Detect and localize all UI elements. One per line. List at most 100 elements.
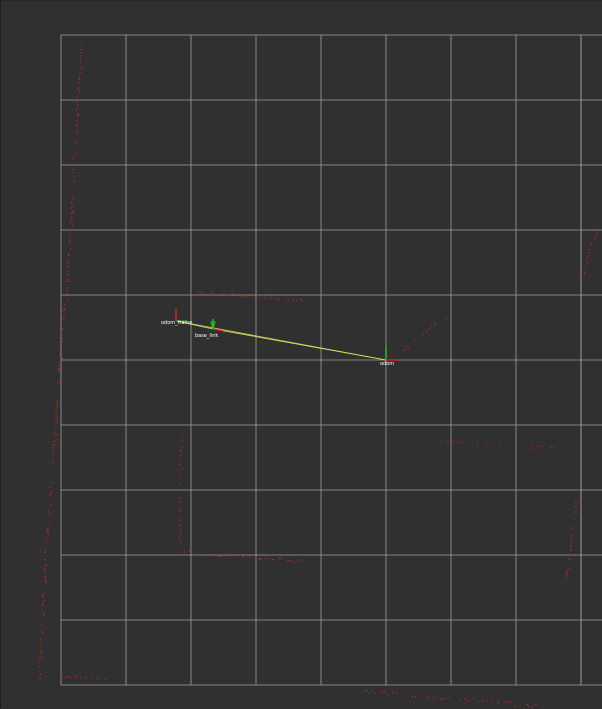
laser-point	[571, 545, 573, 547]
laser-point	[529, 448, 531, 450]
laser-point	[91, 677, 93, 679]
laser-point	[69, 222, 71, 223]
laser-point	[499, 445, 501, 447]
laser-point	[497, 702, 499, 704]
laser-point	[414, 340, 416, 342]
laser-point	[569, 545, 571, 547]
laser-point	[50, 504, 52, 506]
laser-point	[55, 431, 56, 433]
laser-point	[247, 557, 249, 558]
laser-point	[178, 539, 180, 541]
laser-point	[225, 555, 227, 557]
laser-point	[210, 292, 212, 293]
laser-point	[587, 262, 588, 264]
laser-point	[63, 309, 65, 311]
laser-point	[491, 701, 493, 703]
laser-point	[43, 605, 45, 607]
axes-icon[interactable]: odom	[380, 347, 398, 367]
laser-point	[55, 439, 57, 441]
laser-point	[247, 295, 249, 297]
laser-point	[52, 459, 54, 461]
laser-point	[588, 252, 590, 254]
laser-point	[77, 101, 79, 103]
laser-point	[70, 231, 71, 233]
laser-point	[276, 298, 278, 299]
frame-label-odom-frame: odom_frame	[161, 320, 193, 326]
laser-point	[180, 542, 182, 543]
laser-point	[79, 59, 81, 61]
laser-point	[236, 554, 238, 556]
rviz-3d-viewport[interactable]: odom odom_frame base_link	[0, 0, 602, 708]
laser-point	[365, 690, 367, 692]
laser-point	[441, 440, 443, 442]
laser-point	[531, 445, 533, 447]
laser-point	[78, 99, 80, 101]
laser-point	[300, 299, 302, 300]
laser-point	[569, 559, 571, 561]
laser-point	[570, 538, 572, 540]
laser-point	[595, 234, 597, 236]
laser-point	[81, 68, 82, 70]
laser-point	[291, 560, 292, 562]
laser-point	[80, 677, 81, 679]
laser-point	[179, 520, 181, 522]
laser-point	[567, 571, 569, 573]
laser-point	[61, 338, 63, 340]
scene-canvas[interactable]: odom odom_frame base_link	[1, 1, 602, 709]
laser-point	[73, 199, 75, 201]
laser-point	[45, 581, 47, 583]
laser-point	[450, 440, 452, 442]
laser-point	[178, 537, 180, 539]
laser-point	[68, 280, 70, 282]
laser-point	[61, 341, 63, 342]
laser-point	[77, 114, 78, 116]
laser-point	[68, 676, 70, 678]
laser-point	[178, 519, 180, 521]
laser-point	[46, 529, 48, 531]
laser-point	[591, 242, 593, 243]
laser-point	[471, 443, 473, 445]
laser-point	[467, 699, 469, 701]
laser-point	[179, 450, 181, 452]
laser-point	[39, 638, 41, 639]
laser-point	[550, 446, 552, 448]
laser-point	[448, 697, 450, 699]
laser-point	[78, 114, 80, 116]
laser-point	[405, 346, 407, 348]
laser-point	[279, 558, 281, 560]
laser-point	[296, 559, 298, 561]
laser-point	[237, 295, 239, 297]
laser-point	[50, 491, 52, 493]
laser-point	[286, 297, 288, 299]
laser-point	[67, 270, 69, 272]
laser-point	[473, 698, 475, 700]
laser-point	[570, 548, 571, 550]
laser-point	[235, 294, 237, 296]
laser-point	[182, 440, 183, 442]
laser-point	[52, 462, 54, 463]
laser-point	[73, 176, 75, 178]
laser-point	[79, 77, 80, 79]
laser-point	[374, 692, 376, 694]
laser-point	[72, 164, 74, 165]
laser-point	[188, 550, 190, 552]
laser-point	[42, 594, 44, 596]
laser-point	[60, 360, 62, 362]
laser-point	[528, 706, 530, 708]
laser-point	[178, 510, 180, 512]
laser-point	[265, 297, 267, 299]
laser-point	[71, 185, 73, 187]
laser-point	[60, 332, 62, 334]
laser-point	[74, 124, 76, 126]
laser-point	[56, 408, 58, 410]
laser-point	[76, 109, 78, 111]
axes-icon[interactable]: odom_frame	[161, 309, 193, 326]
laser-point	[574, 506, 576, 508]
laser-point	[403, 350, 405, 352]
laser-point	[259, 558, 261, 560]
laser-point	[97, 677, 98, 679]
laser-point	[396, 692, 397, 694]
laser-point	[220, 295, 222, 297]
laser-point	[482, 700, 484, 701]
laser-point	[269, 559, 271, 561]
